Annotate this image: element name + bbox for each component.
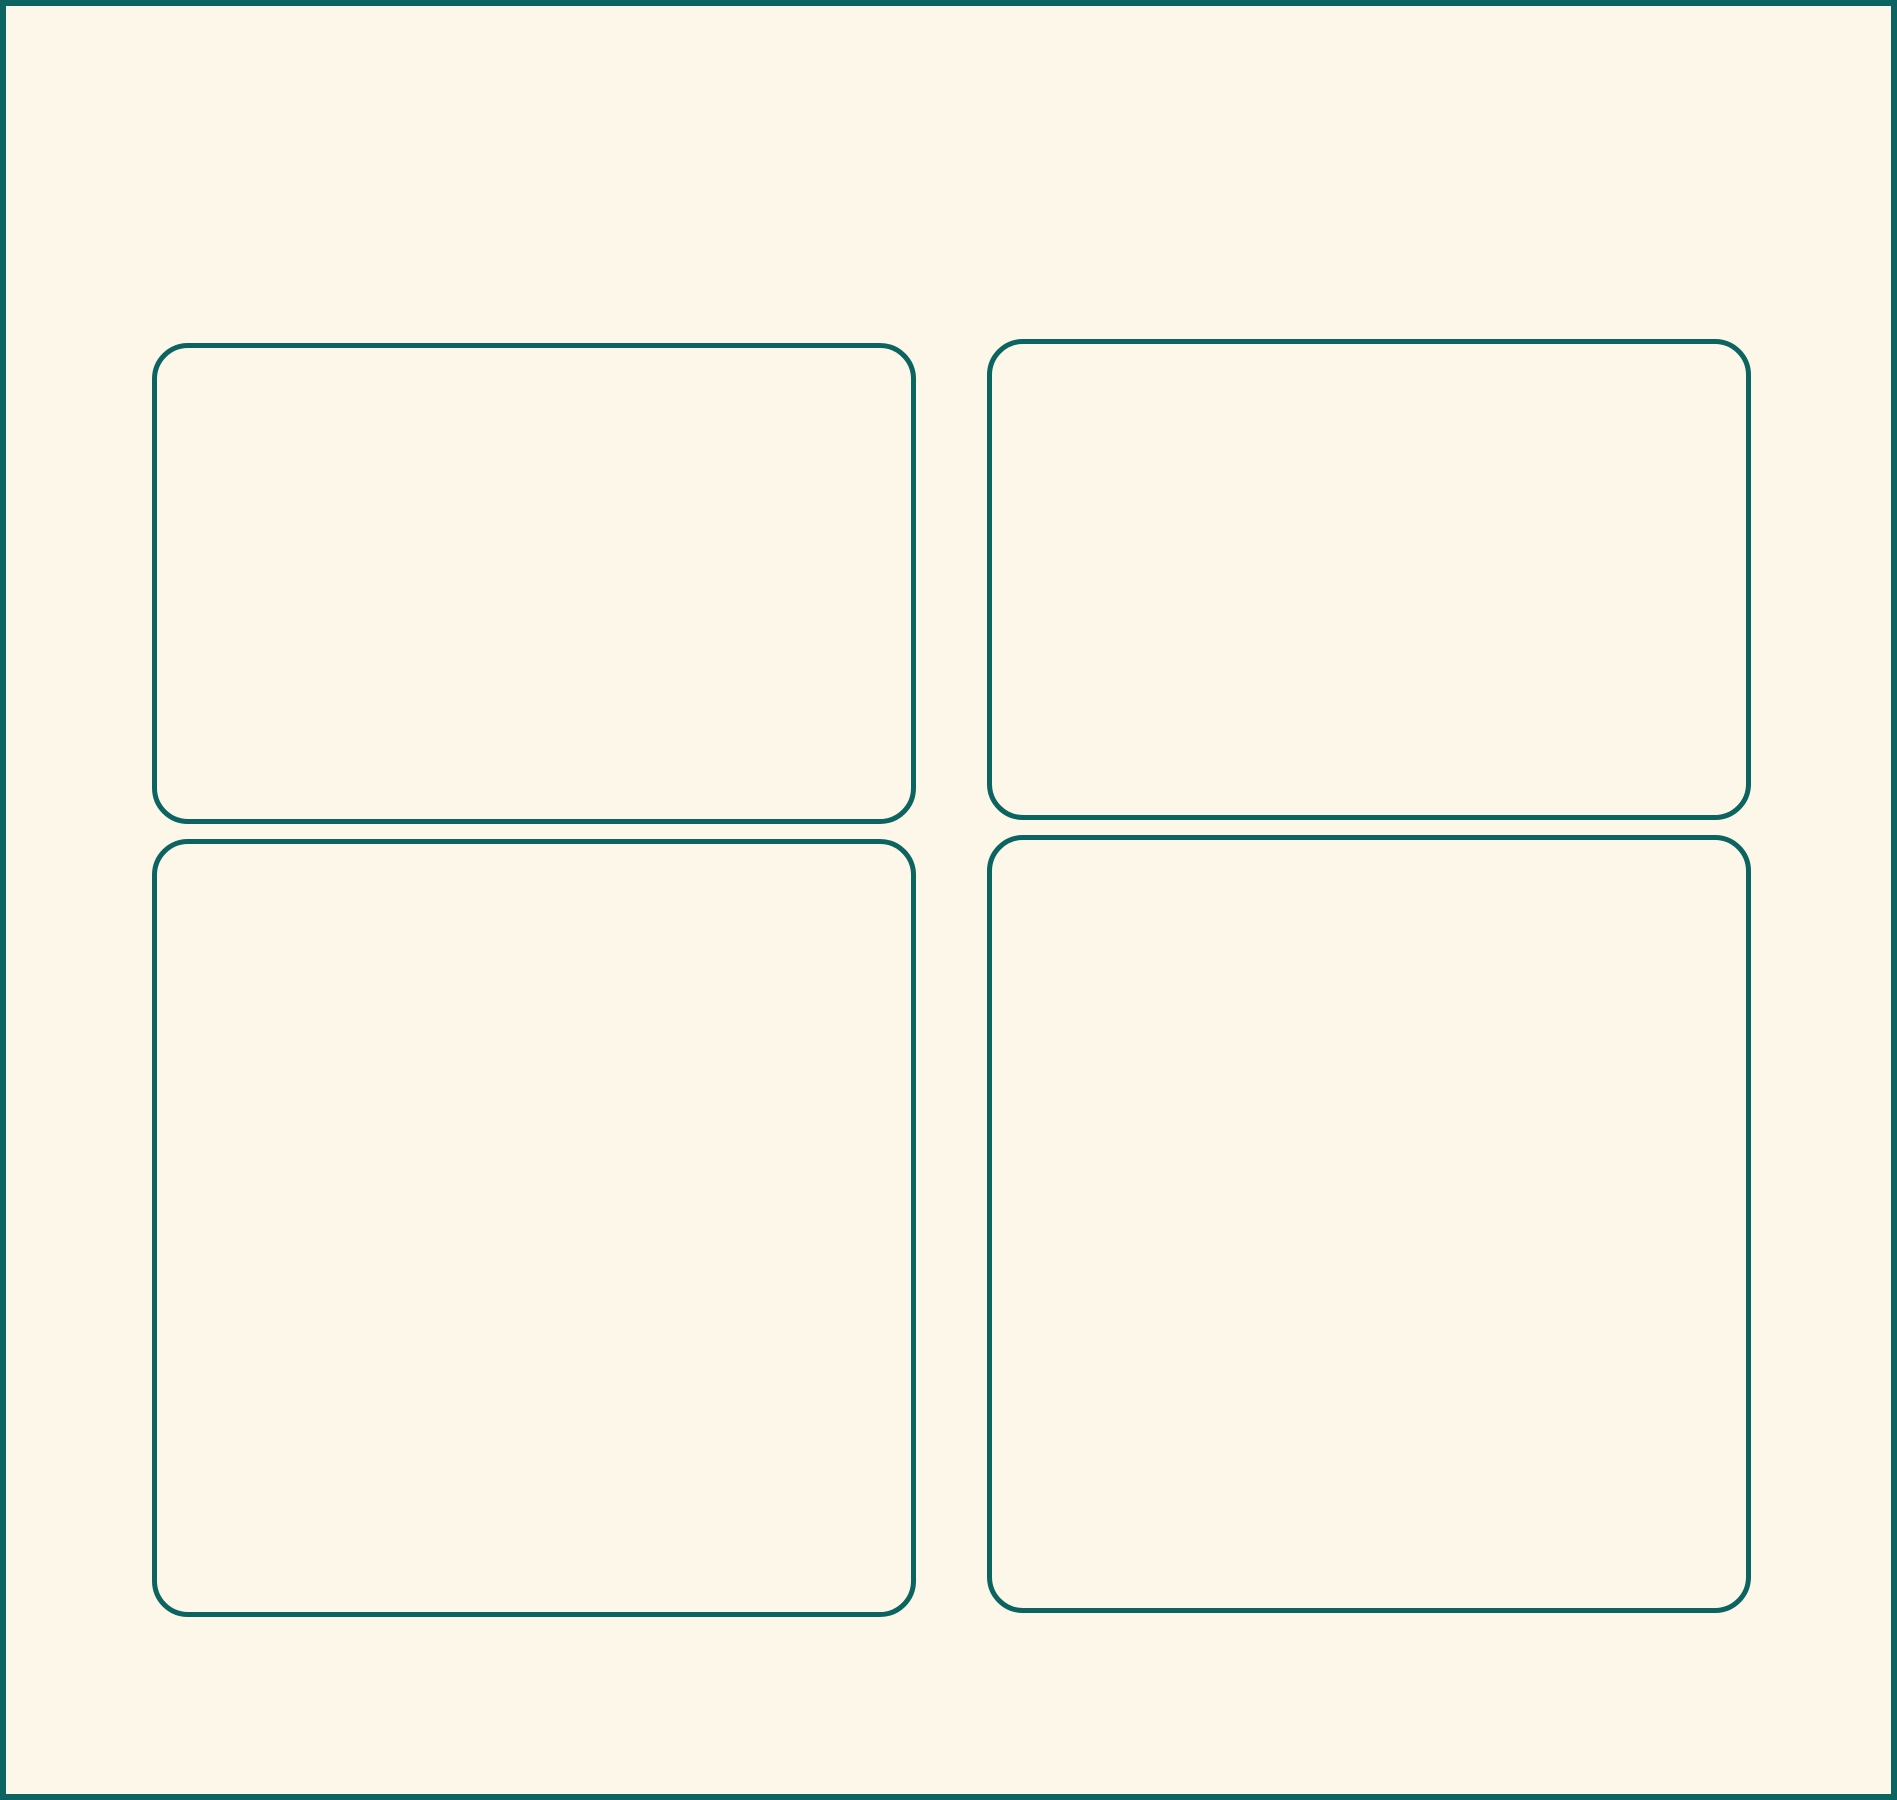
panel-bottom-left (152, 839, 916, 1617)
panel-bottom-right (987, 835, 1751, 1613)
page-frame (0, 0, 1897, 1800)
panel-top-right (987, 339, 1751, 820)
panel-top-left (152, 343, 916, 824)
